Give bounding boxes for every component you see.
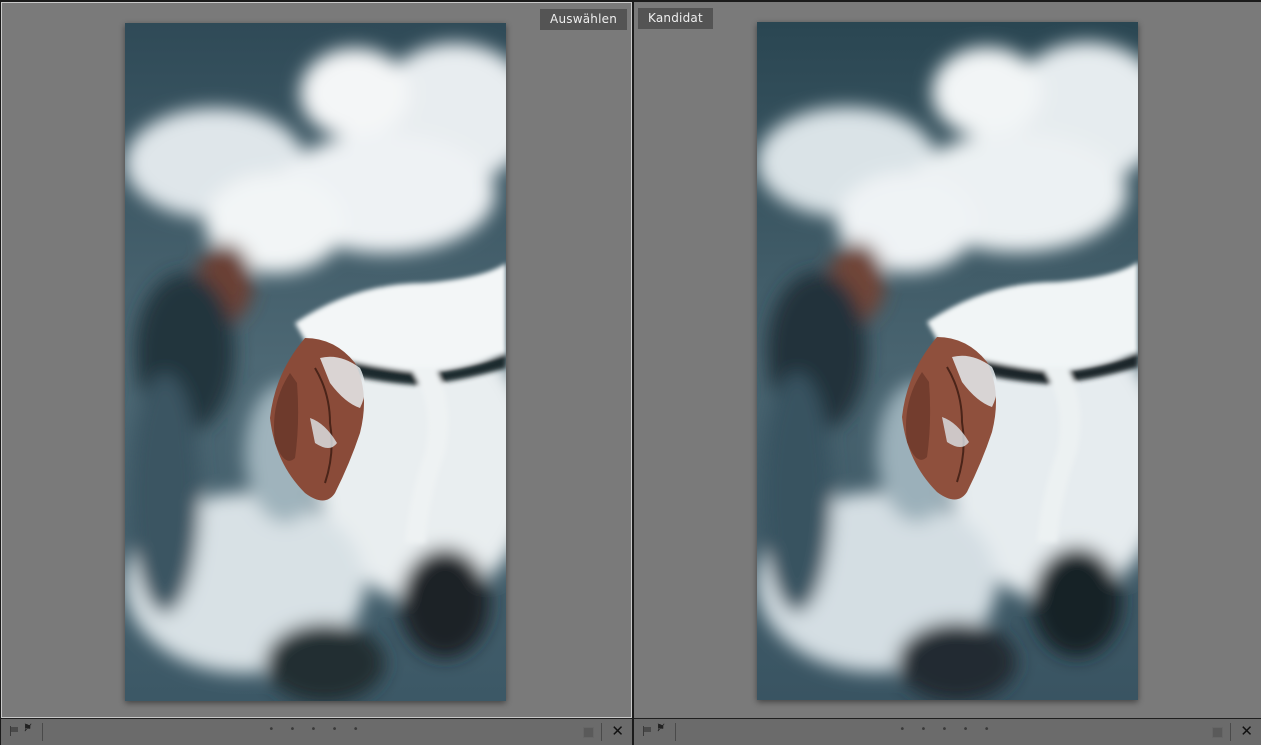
winter-leaf-image bbox=[757, 22, 1138, 700]
candidate-photo[interactable] bbox=[757, 22, 1138, 700]
close-icon[interactable]: ✕ bbox=[1240, 722, 1253, 740]
winter-leaf-image bbox=[125, 23, 506, 701]
select-pane[interactable]: Auswählen bbox=[1, 2, 632, 718]
close-icon[interactable]: ✕ bbox=[611, 722, 624, 740]
toolbar-divider bbox=[675, 723, 676, 741]
reject-flag-icon[interactable]: ⚑̸ bbox=[23, 723, 32, 735]
color-label-swatch[interactable] bbox=[1212, 727, 1223, 738]
reject-flag-icon[interactable]: ⚑̸ bbox=[656, 723, 665, 735]
toolbar-divider bbox=[601, 723, 602, 741]
color-label-swatch[interactable] bbox=[583, 727, 594, 738]
star-rating[interactable]: • • • • • bbox=[899, 724, 995, 735]
select-toolbar: ⚑̸ • • • • • ✕ bbox=[1, 718, 632, 745]
star-rating[interactable]: • • • • • bbox=[268, 724, 364, 735]
select-photo[interactable] bbox=[125, 23, 506, 701]
candidate-toolbar: ⚑̸ • • • • • ✕ bbox=[634, 718, 1261, 745]
flag-icon[interactable] bbox=[642, 726, 652, 736]
flag-icon[interactable] bbox=[9, 726, 19, 736]
toolbar-divider bbox=[1230, 723, 1231, 741]
toolbar-divider bbox=[42, 723, 43, 741]
candidate-pane[interactable]: Kandidat bbox=[634, 2, 1261, 718]
candidate-label: Kandidat bbox=[638, 8, 713, 29]
select-label: Auswählen bbox=[540, 9, 627, 30]
